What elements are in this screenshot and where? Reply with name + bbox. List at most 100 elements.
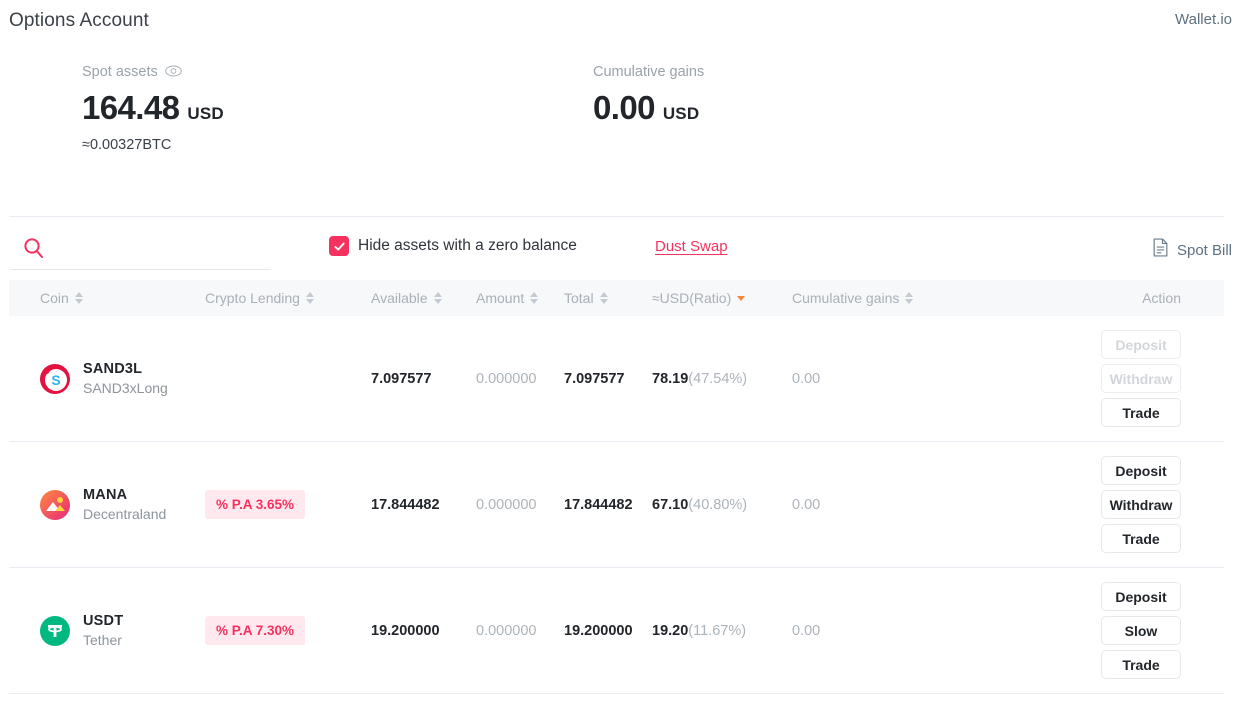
cell-cumulative-gains-value: 0.00: [792, 370, 821, 387]
column-label-total: Total: [564, 290, 594, 306]
cell-coin: USDT Tether: [9, 613, 205, 648]
spot-assets-value-row: 164.48 USD: [82, 91, 224, 124]
spot-assets-label: Spot assets: [82, 64, 158, 80]
cell-cumulative-gains: 0.00: [792, 497, 962, 513]
page-title: Options Account: [9, 10, 149, 31]
column-header-action: Action: [962, 290, 1224, 306]
top-bar: Options Account Wallet.io: [0, 0, 1241, 44]
section-divider: [9, 216, 1224, 217]
column-header-cumulative-gains[interactable]: Cumulative gains: [792, 290, 962, 306]
summary-section: Spot assets 164.48 USD ≈0.00327BTC Cumul…: [0, 62, 1241, 202]
cell-amount-value: 0.000000: [476, 496, 537, 513]
cell-crypto-lending: % P.A 7.30%: [205, 616, 371, 645]
deposit-button[interactable]: Deposit: [1101, 456, 1181, 485]
lending-rate-badge: % P.A 7.30%: [205, 616, 306, 645]
cell-usd-ratio: 67.10(40.80%): [652, 497, 792, 513]
cumulative-gains-label: Cumulative gains: [593, 64, 705, 80]
spot-assets-amount: 164.48: [82, 89, 180, 126]
cell-amount: 0.000000: [476, 497, 564, 513]
coin-symbol: MANA: [83, 487, 128, 503]
spot-assets-btc-equivalent: ≈0.00327BTC: [82, 137, 172, 153]
action-button-group: Deposit Slow Trade: [1101, 582, 1181, 679]
usd-ratio: (40.80%): [688, 496, 748, 513]
column-header-available[interactable]: Available: [371, 290, 476, 306]
cell-total: 7.097577: [564, 371, 652, 387]
cell-amount-value: 0.000000: [476, 622, 537, 639]
table-row: MANA Decentraland % P.A 3.65% 17.844482 0.00…: [9, 442, 1224, 568]
cell-total: 17.844482: [564, 497, 652, 513]
column-header-amount[interactable]: Amount: [476, 290, 564, 306]
usd-value: 19.20: [652, 622, 689, 639]
usd-value: 78.19: [652, 370, 689, 387]
sort-icon-cumulative-gains[interactable]: [905, 292, 914, 304]
spot-assets-label-row: Spot assets: [82, 62, 224, 82]
cell-total: 19.200000: [564, 623, 652, 639]
coin-symbol: SAND3L: [83, 361, 143, 377]
lending-rate-badge: % P.A 3.65%: [205, 490, 306, 519]
sort-icon-amount[interactable]: [530, 292, 539, 304]
sort-icon-usd-ratio[interactable]: [737, 295, 746, 301]
spot-bill-label: Spot Bill: [1176, 241, 1232, 259]
column-header-usd-ratio[interactable]: ≈USD(Ratio): [652, 290, 792, 306]
table-row: S SAND3L SAND3xLong 7.097577 0.000000 7.09757…: [9, 316, 1224, 442]
check-icon: [333, 242, 345, 250]
column-label-crypto-lending: Crypto Lending: [205, 290, 300, 306]
slow-button[interactable]: Slow: [1101, 616, 1181, 645]
column-label-amount: Amount: [476, 290, 525, 306]
column-header-total[interactable]: Total: [564, 290, 652, 306]
sort-icon-crypto-lending[interactable]: [305, 292, 314, 304]
sort-icon-total[interactable]: [599, 292, 608, 304]
column-label-available: Available: [371, 290, 428, 306]
cell-crypto-lending: % P.A 3.65%: [205, 490, 371, 519]
cell-total-value: 7.097577: [564, 370, 625, 387]
dust-swap-link[interactable]: Dust Swap: [655, 238, 728, 255]
cell-amount: 0.000000: [476, 623, 564, 639]
column-label-cumulative-gains: Cumulative gains: [792, 290, 900, 306]
column-label-action: Action: [1142, 290, 1181, 306]
spot-bill-button[interactable]: Spot Bill: [1152, 238, 1232, 262]
coin-symbol: USDT: [83, 613, 124, 629]
cumulative-gains-currency: USD: [662, 104, 700, 123]
trade-button[interactable]: Trade: [1101, 524, 1181, 553]
coin-full-name: Decentraland: [83, 506, 167, 522]
column-header-crypto-lending[interactable]: Crypto Lending: [205, 290, 371, 306]
withdraw-button: Withdraw: [1101, 364, 1181, 393]
withdraw-button[interactable]: Withdraw: [1101, 490, 1181, 519]
table-body: S SAND3L SAND3xLong 7.097577 0.000000 7.09757…: [9, 316, 1224, 694]
cell-usd-ratio: 19.20(11.67%): [652, 623, 792, 639]
trade-button[interactable]: Trade: [1101, 650, 1181, 679]
table-row: USDT Tether % P.A 7.30% 19.200000 0.000000 19…: [9, 568, 1224, 694]
search-box[interactable]: [11, 226, 271, 270]
cell-available-value: 19.200000: [371, 622, 440, 639]
sand3l-icon: S: [40, 363, 70, 394]
cell-available-value: 17.844482: [371, 496, 440, 513]
cell-action: Deposit Slow Trade: [962, 582, 1224, 679]
eye-icon[interactable]: [164, 65, 182, 77]
usd-value: 67.10: [652, 496, 689, 513]
cell-available: 17.844482: [371, 497, 476, 513]
options-account-page: Options Account Wallet.io Spot assets 16…: [0, 0, 1241, 701]
table-toolbar: Hide assets with a zero balance Dust Swa…: [0, 226, 1241, 278]
cell-total-value: 19.200000: [564, 622, 633, 639]
mana-icon: [40, 489, 70, 520]
cell-cumulative-gains-value: 0.00: [792, 496, 821, 513]
cell-available: 7.097577: [371, 371, 476, 387]
search-input[interactable]: [53, 239, 253, 256]
sort-icon-coin[interactable]: [74, 292, 83, 304]
column-label-usd-ratio: ≈USD(Ratio): [652, 290, 732, 306]
sort-icon-available[interactable]: [433, 292, 442, 304]
assets-table: Coin Crypto Lending Available Amount Tot…: [9, 280, 1224, 694]
cell-cumulative-gains-value: 0.00: [792, 622, 821, 639]
usd-ratio: (47.54%): [688, 370, 748, 387]
hide-zero-balance-group[interactable]: Hide assets with a zero balance: [329, 236, 577, 256]
action-button-group: Deposit Withdraw Trade: [1101, 330, 1181, 427]
document-icon: [1152, 238, 1169, 262]
cell-amount: 0.000000: [476, 371, 564, 387]
cell-cumulative-gains: 0.00: [792, 371, 962, 387]
trade-button[interactable]: Trade: [1101, 398, 1181, 427]
hide-zero-balance-checkbox[interactable]: [329, 236, 349, 256]
cell-action: Deposit Withdraw Trade: [962, 330, 1224, 427]
cumulative-gains-stat: Cumulative gains 0.00 USD: [593, 62, 704, 124]
deposit-button[interactable]: Deposit: [1101, 582, 1181, 611]
column-header-coin[interactable]: Coin: [9, 290, 205, 306]
